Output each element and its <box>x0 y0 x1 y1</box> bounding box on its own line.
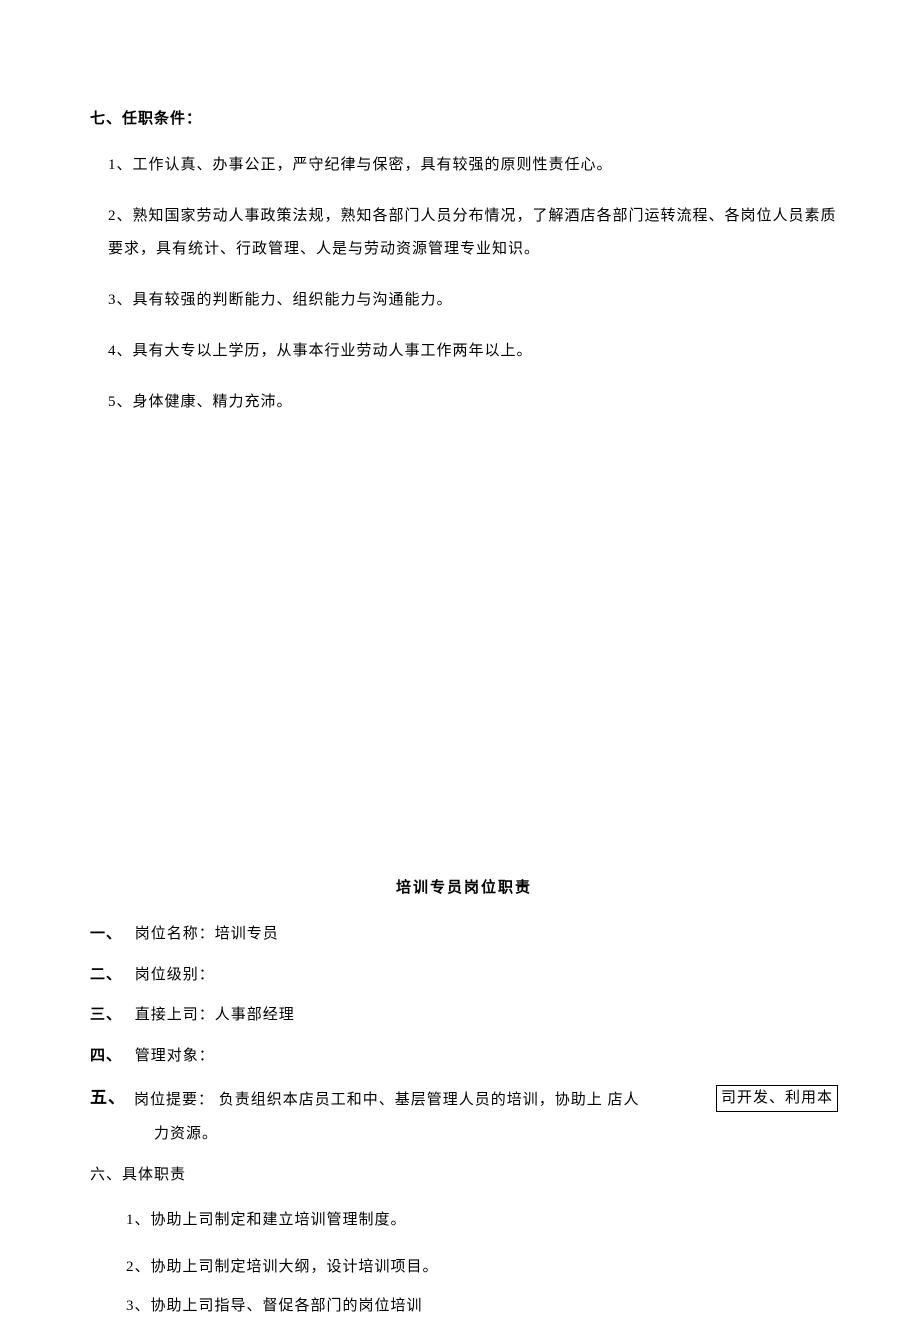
outline-five-label: 岗位提要： <box>134 1092 214 1108</box>
outline-num-1: 一、 <box>90 923 122 946</box>
outline-text-2: 岗位级别： <box>135 967 215 983</box>
boxed-text: 司开发、利用本 <box>716 1085 838 1112</box>
qualification-item-5: 5、身体健康、精力充沛。 <box>90 386 838 419</box>
qualification-item-2: 2、熟知国家劳动人事政策法规，熟知各部门人员分布情况，了解酒店各部门运转流程、各… <box>90 200 838 266</box>
duty-list: 1、协助上司制定和建立培训管理制度。 2、协助上司制定培训大纲，设计培训项目。 … <box>90 1204 838 1323</box>
outline-four: 四、 管理对象： <box>90 1045 838 1068</box>
outline-num-5: 五、 <box>90 1085 126 1111</box>
outline-five-content: 岗位提要： 负责组织本店员工和中、基层管理人员的培训，协助上 店人 <box>134 1085 706 1115</box>
outline-text-6: 具体职责 <box>122 1167 186 1183</box>
outline-six: 六、具体职责 <box>90 1164 838 1187</box>
outline-five: 五、 岗位提要： 负责组织本店员工和中、基层管理人员的培训，协助上 店人 司开发… <box>90 1085 838 1146</box>
spacer <box>90 437 838 877</box>
outline-two: 二、 岗位级别： <box>90 964 838 987</box>
outline-num-6: 六、 <box>90 1167 122 1183</box>
outline-five-continuation: 力资源。 <box>90 1123 838 1146</box>
outline-text-1: 岗位名称：培训专员 <box>135 926 279 942</box>
outline-num-3: 三、 <box>90 1004 122 1027</box>
qualification-item-1: 1、工作认真、办事公正，严守纪律与保密，具有较强的原则性责任心。 <box>90 149 838 182</box>
qualification-item-4: 4、具有大专以上学历，从事本行业劳动人事工作两年以上。 <box>90 335 838 368</box>
outline-num-2: 二、 <box>90 964 122 987</box>
qualification-item-3: 3、具有较强的判断能力、组织能力与沟通能力。 <box>90 284 838 317</box>
outline-num-4: 四、 <box>90 1045 122 1068</box>
duty-item-1: 1、协助上司制定和建立培训管理制度。 <box>108 1204 838 1237</box>
document-title: 培训专员岗位职责 <box>90 877 838 900</box>
duty-item-3: 3、协助上司指导、督促各部门的岗位培训 <box>108 1290 838 1323</box>
outline-text-3: 直接上司：人事部经理 <box>135 1007 295 1023</box>
outline-five-main: 负责组织本店员工和中、基层管理人员的培训，协助上 店人 <box>219 1092 640 1108</box>
outline-text-4: 管理对象： <box>135 1048 215 1064</box>
outline-three: 三、 直接上司：人事部经理 <box>90 1004 838 1027</box>
duty-item-2: 2、协助上司制定培训大纲，设计培训项目。 <box>108 1251 838 1284</box>
outline-one: 一、 岗位名称：培训专员 <box>90 923 838 946</box>
section-7-heading: 七、任职条件： <box>90 108 838 131</box>
